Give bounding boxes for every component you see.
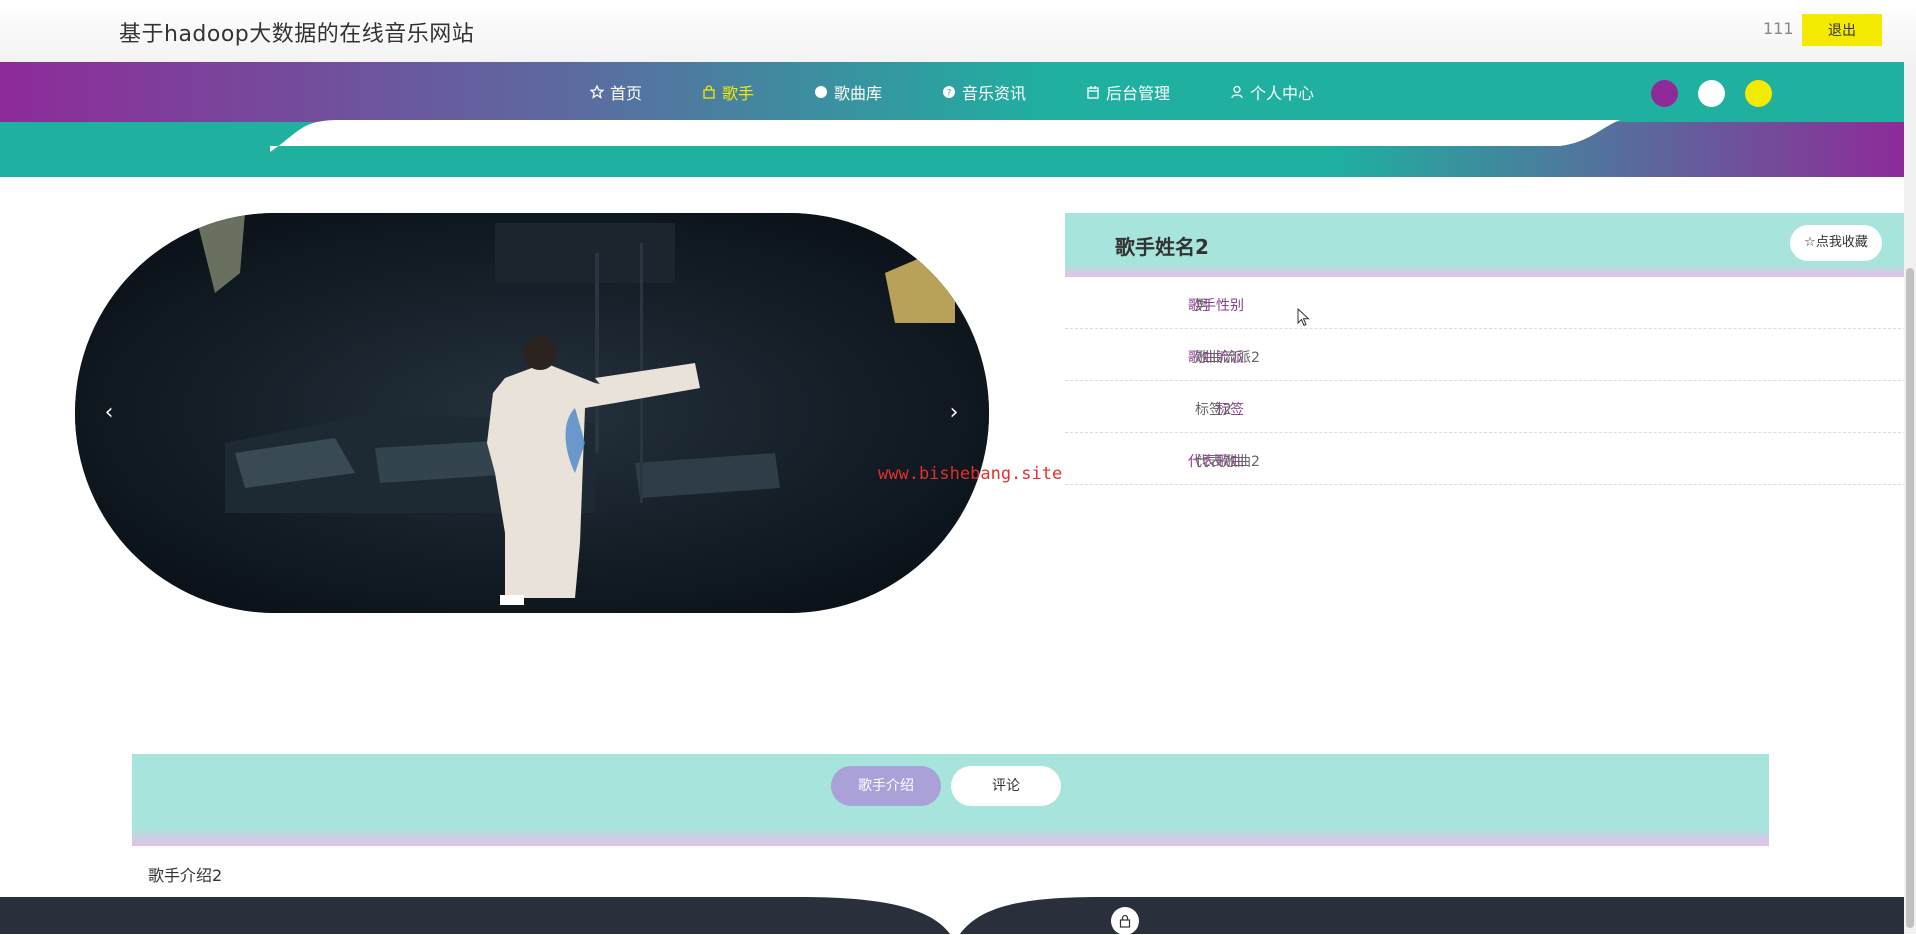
info-row-genre: 歌曲流派 歌曲流派2: [1065, 329, 1916, 381]
footer: [0, 897, 1904, 934]
nav-item-label: 音乐资讯: [962, 84, 1027, 103]
carousel-prev-button[interactable]: ‹: [94, 393, 124, 433]
footer-decoration: [800, 897, 1100, 934]
svg-text:?: ?: [947, 89, 952, 99]
nav-item-admin[interactable]: 后台管理: [1056, 62, 1200, 122]
nav-item-singer[interactable]: 歌手: [672, 62, 784, 122]
favorite-button[interactable]: ☆点我收藏: [1790, 225, 1882, 261]
tab-singer-intro[interactable]: 歌手介绍: [831, 766, 941, 806]
bag-icon: [702, 85, 716, 99]
info-value: 代表歌曲2: [1195, 454, 1260, 470]
lock-icon[interactable]: [1111, 907, 1139, 935]
username[interactable]: 111: [1763, 19, 1794, 38]
singer-info-panel: 歌手姓名2 ☆点我收藏 歌手性别 男 歌曲流派 歌曲流派2 标签 标签2 代表歌…: [1065, 213, 1916, 485]
singer-carousel[interactable]: ‹ ›: [75, 213, 989, 613]
theme-dot-yellow[interactable]: [1745, 80, 1772, 107]
info-value: 男: [1195, 298, 1209, 314]
theme-switcher: [1651, 80, 1772, 107]
nav-item-label: 个人中心: [1250, 84, 1315, 103]
nav-item-home[interactable]: 首页: [560, 62, 672, 122]
calendar-icon: [1086, 85, 1100, 99]
carousel-indicator[interactable]: [500, 595, 524, 605]
nav-item-label: 歌手: [721, 84, 754, 103]
nav-item-song-library[interactable]: 歌曲库: [784, 62, 912, 122]
info-value: 歌曲流派2: [1195, 350, 1260, 366]
question-icon: ?: [942, 85, 956, 99]
carousel-next-button[interactable]: ›: [939, 393, 969, 433]
info-row-tag: 标签 标签2: [1065, 381, 1916, 433]
star-icon: ☆: [1804, 235, 1816, 250]
theme-dot-purple[interactable]: [1651, 80, 1678, 107]
circle-icon: [814, 85, 828, 99]
page-scrollbar[interactable]: [1904, 62, 1916, 934]
logout-button[interactable]: 退出: [1802, 14, 1882, 46]
top-bar: 基于hadoop大数据的在线音乐网站 111 退出: [0, 0, 1916, 62]
nav-item-label: 后台管理: [1106, 84, 1171, 103]
nav-item-label: 首页: [609, 84, 642, 103]
site-title: 基于hadoop大数据的在线音乐网站: [119, 22, 475, 47]
info-row-gender: 歌手性别 男: [1065, 277, 1916, 329]
tab-comments[interactable]: 评论: [951, 766, 1061, 806]
user-icon: [1230, 85, 1244, 99]
singer-intro-text: 歌手介绍2: [148, 866, 223, 885]
singer-photo: [75, 213, 989, 613]
star-icon: [589, 85, 604, 99]
watermark: www.bishebang.site: [878, 464, 1063, 484]
info-row-representative-song: 代表歌曲 代表歌曲2: [1065, 433, 1916, 485]
nav-item-profile[interactable]: 个人中心: [1200, 62, 1344, 122]
scrollbar-thumb[interactable]: [1906, 268, 1914, 928]
nav-item-music-news[interactable]: ? 音乐资讯: [912, 62, 1056, 122]
favorite-label: 点我收藏: [1815, 235, 1868, 250]
nav-item-label: 歌曲库: [833, 84, 882, 103]
info-value: 标签2: [1195, 402, 1232, 418]
nav-menu: 首页 歌手 歌曲库 ? 音乐资讯 后台管理 个人中心: [0, 62, 1904, 122]
theme-dot-white[interactable]: [1698, 80, 1725, 107]
detail-tabs: 歌手介绍 评论: [132, 754, 1769, 846]
main-navbar: 首页 歌手 歌曲库 ? 音乐资讯 后台管理 个人中心: [0, 62, 1904, 177]
singer-name: 歌手姓名2: [1115, 235, 1209, 259]
mouse-cursor-icon: [1297, 307, 1311, 332]
singer-info-header: 歌手姓名2 ☆点我收藏: [1065, 213, 1916, 277]
